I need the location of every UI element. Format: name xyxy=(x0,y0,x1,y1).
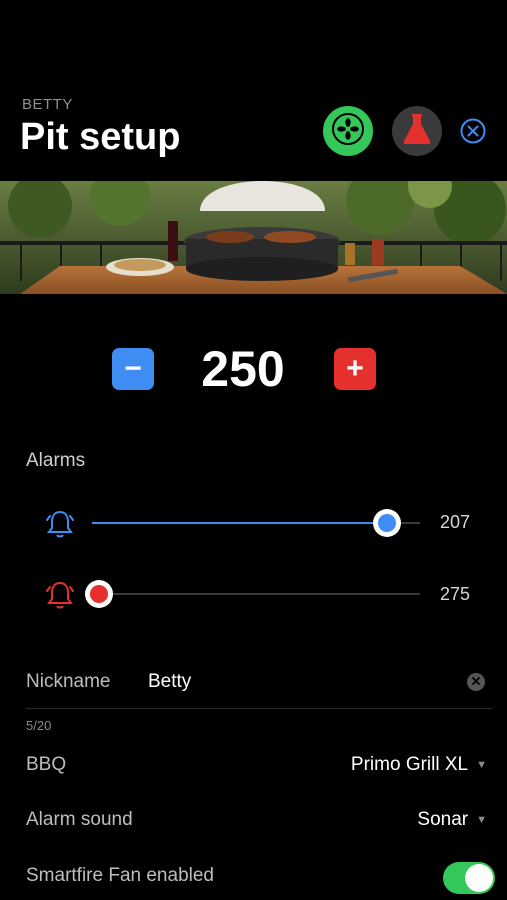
bbq-label: BBQ xyxy=(26,754,67,775)
nickname-input[interactable]: Betty xyxy=(148,671,191,693)
pit-name-kicker: BETTY xyxy=(22,96,73,113)
high-alarm-track xyxy=(112,593,420,595)
smartfire-label: Smartfire Fan enabled xyxy=(26,865,214,886)
low-alarm-track-filled xyxy=(92,522,387,524)
high-alarm-value: 275 xyxy=(440,584,471,604)
increase-temperature-button[interactable]: + xyxy=(334,348,376,390)
alarm-sound-select[interactable]: Sonar ▼ xyxy=(417,809,487,831)
bell-icon xyxy=(46,580,74,615)
alarms-heading: Alarms xyxy=(26,450,86,471)
bell-icon xyxy=(46,509,74,544)
close-button[interactable] xyxy=(460,118,486,144)
chevron-down-icon: ▼ xyxy=(476,814,487,826)
decrease-temperature-button[interactable]: − xyxy=(112,348,154,390)
low-alarm-slider-thumb[interactable] xyxy=(373,509,401,537)
grill-photo xyxy=(0,181,507,294)
fan-icon xyxy=(331,112,365,151)
page-title: Pit setup xyxy=(20,116,181,158)
smartfire-toggle-knob xyxy=(465,864,493,892)
lab-button[interactable] xyxy=(392,106,442,156)
clear-x-icon xyxy=(471,673,481,691)
flask-icon xyxy=(401,112,433,151)
fan-button[interactable] xyxy=(323,106,373,156)
alarm-sound-label: Alarm sound xyxy=(26,809,133,830)
low-alarm-value: 207 xyxy=(440,512,471,532)
target-temperature: 250 xyxy=(201,341,285,397)
plus-icon: + xyxy=(346,352,364,385)
high-alarm-slider-thumb[interactable] xyxy=(85,580,113,608)
bbq-select[interactable]: Primo Grill XL ▼ xyxy=(351,754,487,776)
nickname-divider xyxy=(26,708,493,709)
nickname-label: Nickname xyxy=(26,671,111,692)
bbq-selected-value: Primo Grill XL xyxy=(350,754,469,775)
chevron-down-icon: ▼ xyxy=(476,759,487,771)
alarm-sound-selected-value: Sonar xyxy=(417,809,469,830)
minus-icon: − xyxy=(124,352,142,385)
close-circle-icon xyxy=(460,118,486,148)
clear-nickname-button[interactable] xyxy=(467,673,485,691)
nickname-char-counter: 5/20 xyxy=(26,718,52,733)
